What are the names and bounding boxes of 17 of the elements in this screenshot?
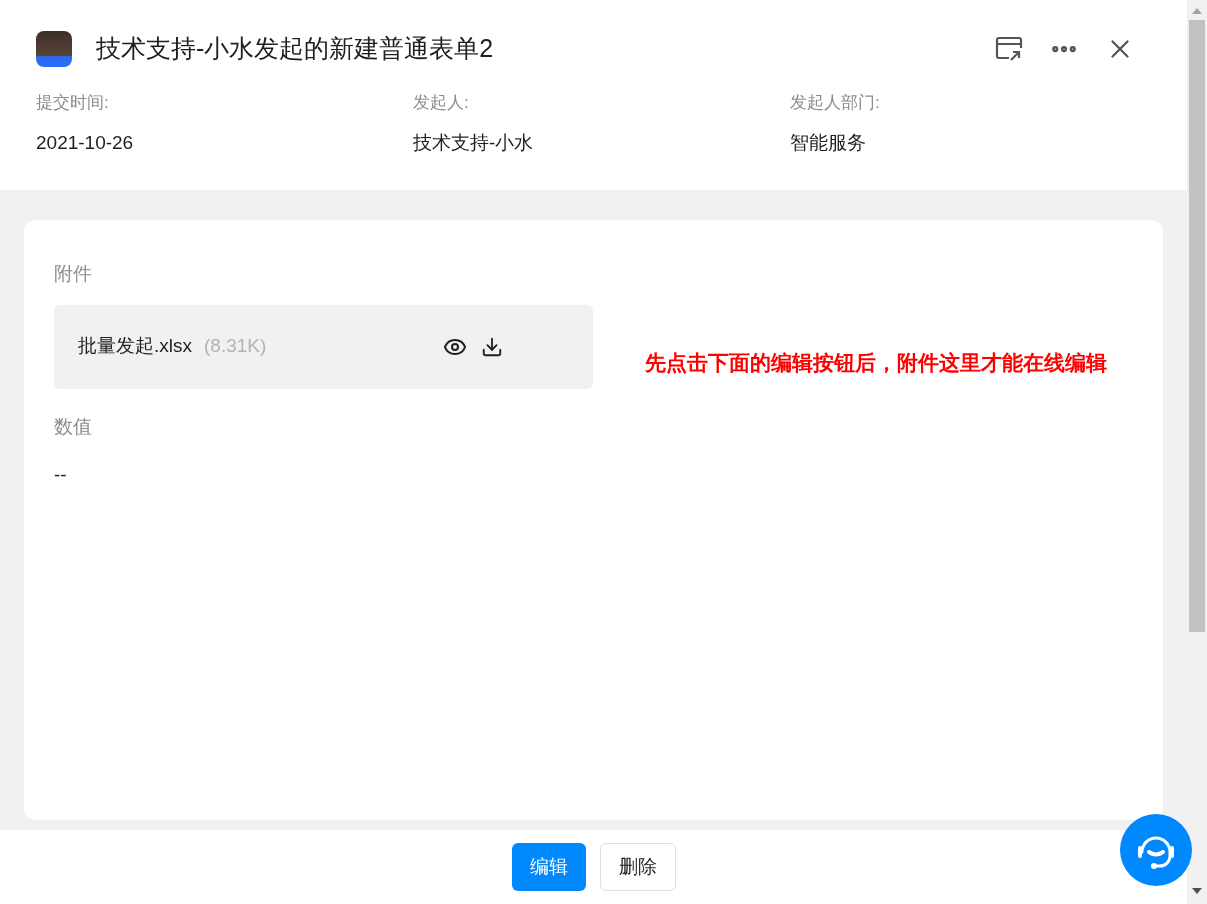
meta-label: 提交时间: (36, 91, 110, 114)
download-icon[interactable] (481, 335, 503, 358)
file-size: (8.31K) (204, 334, 267, 359)
meta-value: 技术支持-小水 (413, 131, 535, 155)
app-logo-icon (36, 30, 72, 67)
meta-label: 发起人部门: (790, 91, 881, 114)
annotation-text: 先点击下面的编辑按钮后，附件这里才能在线编辑 (645, 350, 1107, 377)
meta-label: 发起人: (413, 91, 470, 114)
file-name[interactable]: 批量发起.xlsx (78, 332, 192, 361)
field-label: 附件 (54, 262, 93, 286)
open-in-window-icon[interactable] (995, 35, 1023, 62)
field-label: 数值 (54, 414, 93, 439)
window-title: 技术支持-小水发起的新建普通表单2 (96, 33, 494, 64)
meta-value: 2021-10-26 (36, 131, 135, 155)
field-value: -- (54, 463, 68, 487)
delete-button[interactable]: 删除 (599, 843, 676, 891)
meta-value: 智能服务 (790, 131, 867, 155)
